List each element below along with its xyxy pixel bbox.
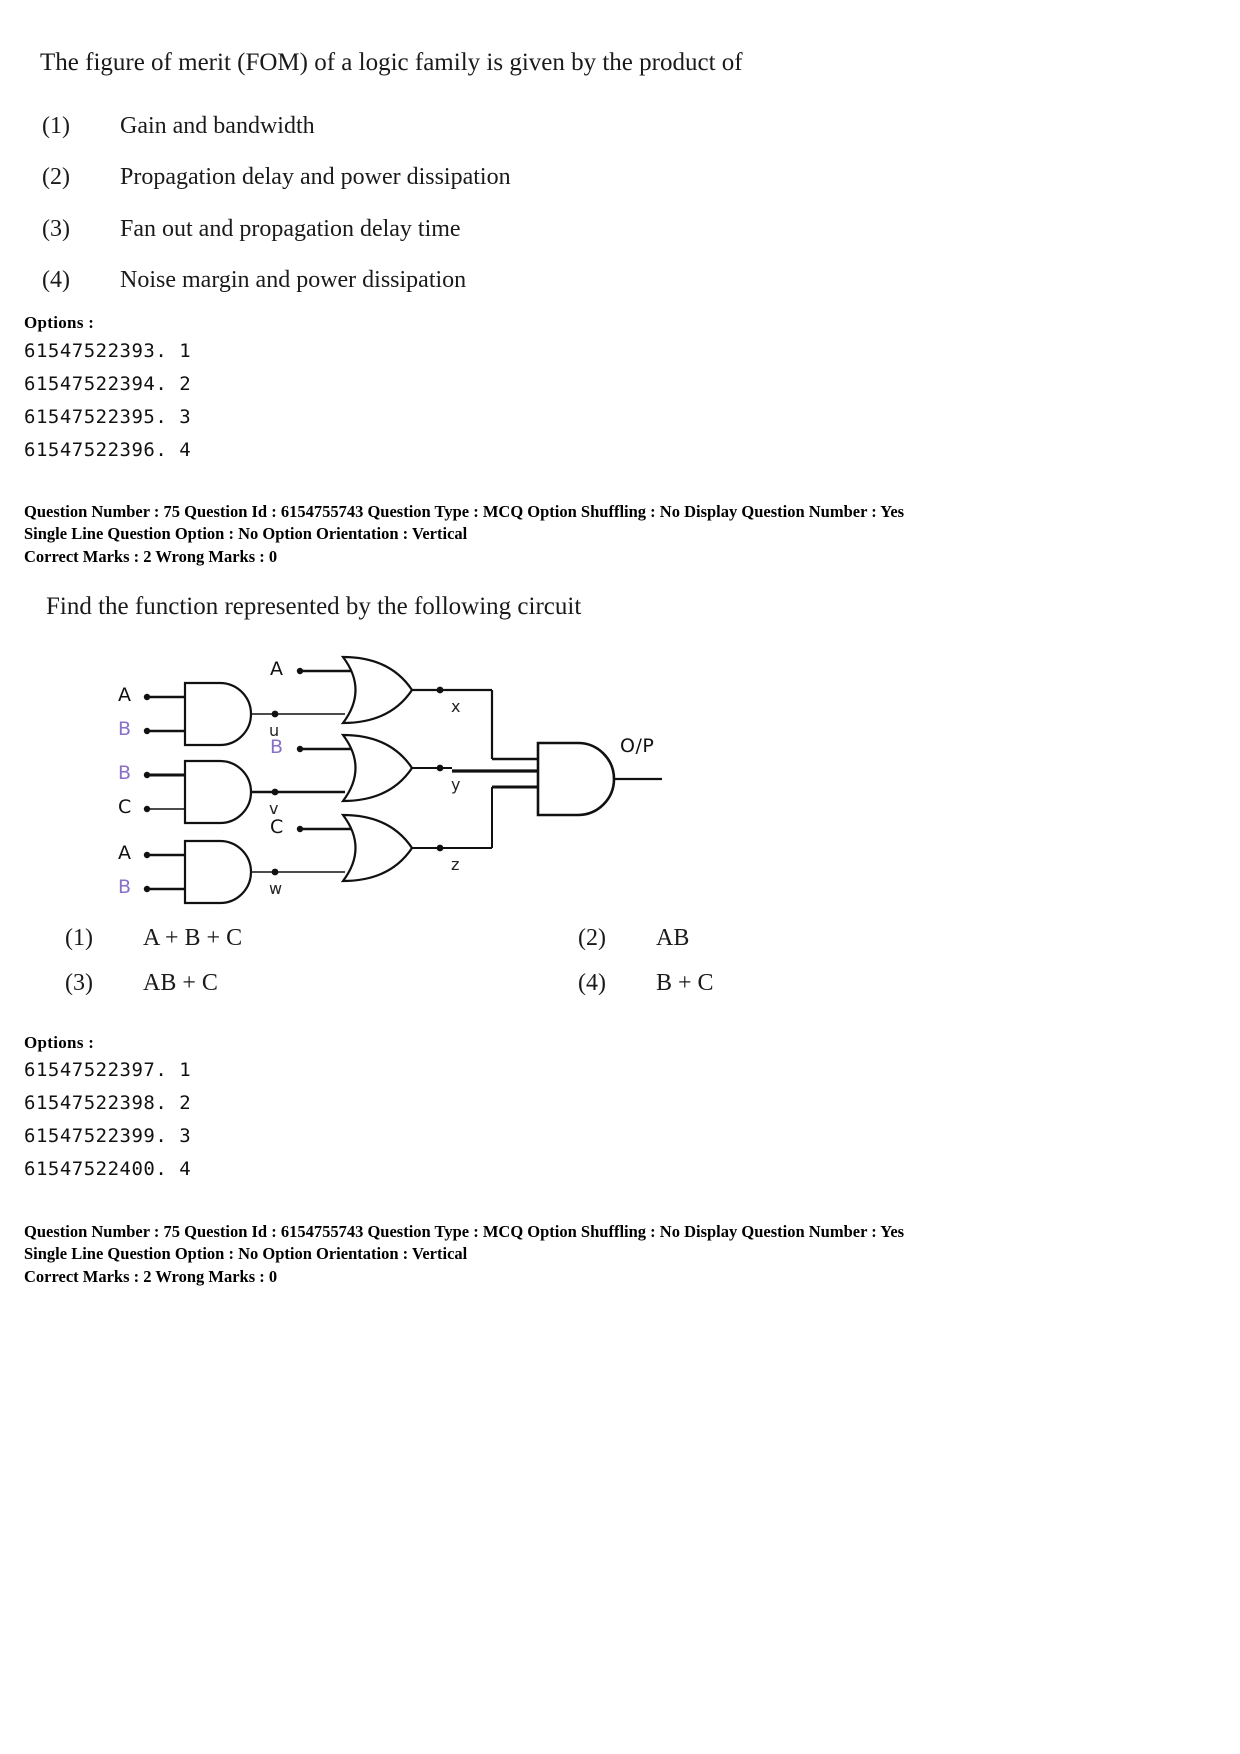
question-1-options-label: Options : — [24, 313, 95, 332]
question-1-metadata: Question Number : 75 Question Id : 61547… — [24, 501, 904, 546]
question-2-metadata: Question Number : 75 Question Id : 61547… — [24, 1221, 904, 1266]
question-2-option-id-4: 61547522400. 4 — [24, 1158, 192, 1180]
choice-number: (2) — [578, 925, 606, 951]
choice-number: (4) — [42, 267, 70, 293]
input-label-b1: B — [118, 718, 132, 740]
question-2-choice-4: (4) B + C — [578, 970, 714, 997]
question-2-marks: Correct Marks : 2 Wrong Marks : 0 — [24, 1267, 278, 1286]
choice-text: A + B + C — [143, 925, 243, 951]
node-label-v: v — [269, 799, 279, 818]
question-2-choice-1: (1) A + B + C — [65, 925, 242, 952]
and-gate-1 — [183, 681, 253, 747]
question-1-choice-1: (1) Gain and bandwidth — [42, 113, 315, 140]
connection-dots — [143, 667, 444, 893]
question-1-marks: Correct Marks : 2 Wrong Marks : 0 — [24, 547, 278, 566]
node-label-x: x — [451, 697, 461, 716]
question-1-option-id-1: 61547522393. 1 — [24, 340, 192, 362]
or-gate-3 — [340, 813, 414, 883]
choice-number: (4) — [578, 970, 606, 996]
node-label-w: w — [269, 879, 283, 898]
question-2-option-id-3: 61547522399. 3 — [24, 1125, 192, 1147]
question-2-choice-3: (3) AB + C — [65, 970, 218, 997]
question-2-stem: Find the function represented by the fol… — [46, 593, 582, 620]
or-input-label-c: C — [270, 816, 284, 838]
choice-number: (1) — [42, 113, 70, 139]
exam-question-page: The figure of merit (FOM) of a logic fam… — [0, 0, 1240, 1754]
choice-text: Fan out and propagation delay time — [120, 216, 461, 242]
output-and-gate — [536, 741, 616, 817]
metadata-line-1: Question Number : 75 Question Id : 61547… — [24, 502, 905, 521]
input-label-b3: B — [118, 876, 132, 898]
or-gate-2 — [340, 733, 414, 803]
input-label-a1: A — [118, 684, 131, 706]
choice-number: (3) — [42, 216, 70, 242]
question-1-option-id-4: 61547522396. 4 — [24, 439, 192, 461]
question-1-choice-3: (3) Fan out and propagation delay time — [42, 216, 461, 243]
question-2-choice-2: (2) AB — [578, 925, 689, 952]
input-label-c2: C — [118, 796, 132, 818]
question-1-stem: The figure of merit (FOM) of a logic fam… — [40, 49, 743, 76]
node-label-z: z — [451, 855, 460, 874]
and-gate-2 — [183, 759, 253, 825]
or-gate-1 — [340, 655, 414, 725]
and-gate-3 — [183, 839, 253, 905]
logic-circuit-svg — [143, 655, 662, 905]
question-2-option-id-2: 61547522398. 2 — [24, 1092, 192, 1114]
question-1-option-id-3: 61547522395. 3 — [24, 406, 192, 428]
metadata-line-2: Single Line Question Option : No Option … — [24, 524, 468, 544]
metadata-line-1: Question Number : 75 Question Id : 61547… — [24, 1222, 905, 1241]
node-label-u: u — [269, 721, 280, 740]
logic-circuit-diagram: A B B C A B A B C u v w x y z O/P — [100, 645, 720, 905]
question-2-options-label: Options : — [24, 1033, 95, 1052]
choice-text: Gain and bandwidth — [120, 113, 315, 139]
choice-text: Propagation delay and power dissipation — [120, 164, 511, 190]
or-input-label-a: A — [270, 658, 283, 680]
choice-number: (2) — [42, 164, 70, 190]
choice-text: B + C — [656, 970, 714, 996]
metadata-line-2: Single Line Question Option : No Option … — [24, 1244, 468, 1264]
choice-text: AB — [656, 925, 690, 951]
output-label: O/P — [620, 735, 655, 757]
choice-text: AB + C — [143, 970, 218, 996]
question-2-option-id-1: 61547522397. 1 — [24, 1059, 192, 1081]
choice-number: (3) — [65, 970, 93, 996]
node-label-y: y — [451, 775, 461, 794]
input-label-a3: A — [118, 842, 131, 864]
input-label-b2: B — [118, 762, 132, 784]
choice-number: (1) — [65, 925, 93, 951]
question-1-option-id-2: 61547522394. 2 — [24, 373, 192, 395]
question-1-choice-2: (2) Propagation delay and power dissipati… — [42, 164, 511, 191]
choice-text: Noise margin and power dissipation — [120, 267, 467, 293]
question-1-choice-4: (4) Noise margin and power dissipation — [42, 267, 466, 294]
